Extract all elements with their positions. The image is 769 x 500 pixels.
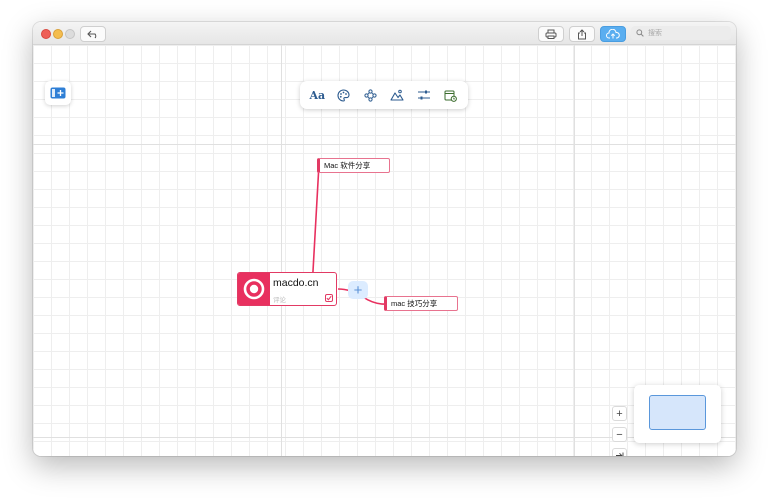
plus-icon: + <box>353 281 363 299</box>
add-subtopic-button[interactable]: + <box>348 281 368 299</box>
app-window: 搜索 Aa macdo.cn 评论 + Mac 软件分享 mac 技巧分享 + … <box>33 22 736 456</box>
cloud-sync-button[interactable] <box>600 26 626 42</box>
check-icon <box>326 295 332 301</box>
connector-line <box>311 158 324 290</box>
zoom-out-icon: − <box>616 428 623 441</box>
share-icon <box>578 28 586 39</box>
target-icon <box>238 273 270 305</box>
root-topic-title: macdo.cn <box>273 277 319 289</box>
root-topic-note[interactable]: 评论 <box>273 294 286 304</box>
topic-label: mac 技巧分享 <box>391 299 438 308</box>
titlebar: 搜索 <box>33 22 736 45</box>
cloud-upload-icon <box>606 29 620 39</box>
mindmap-canvas[interactable]: Aa macdo.cn 评论 + Mac 软件分享 mac 技巧分享 + − <box>33 45 736 456</box>
share-button[interactable] <box>569 26 595 42</box>
topic-node[interactable]: Mac 软件分享 <box>317 158 390 173</box>
printer-icon <box>545 29 557 39</box>
zoom-out-button[interactable]: − <box>612 427 627 442</box>
topic-node[interactable]: mac 技巧分享 <box>384 296 458 311</box>
root-topic-node[interactable]: macdo.cn 评论 <box>237 272 337 306</box>
minimap[interactable] <box>634 385 721 443</box>
undo-button[interactable] <box>80 26 106 42</box>
print-button[interactable] <box>538 26 564 42</box>
zoom-button[interactable] <box>65 29 75 39</box>
search-placeholder: 搜索 <box>648 30 662 37</box>
close-button[interactable] <box>41 29 51 39</box>
fit-arrow-icon <box>616 452 624 456</box>
fit-to-screen-button[interactable] <box>612 448 627 456</box>
topic-label: Mac 软件分享 <box>324 161 371 170</box>
undo-icon <box>87 30 97 38</box>
zoom-in-icon: + <box>616 407 623 420</box>
zoom-in-button[interactable]: + <box>612 406 627 421</box>
search-field[interactable]: 搜索 <box>631 26 731 40</box>
mindmap-connectors <box>311 158 388 305</box>
minimap-viewport[interactable] <box>649 395 706 430</box>
minimize-button[interactable] <box>53 29 63 39</box>
task-checkbox[interactable] <box>325 294 333 302</box>
search-icon <box>636 29 644 37</box>
